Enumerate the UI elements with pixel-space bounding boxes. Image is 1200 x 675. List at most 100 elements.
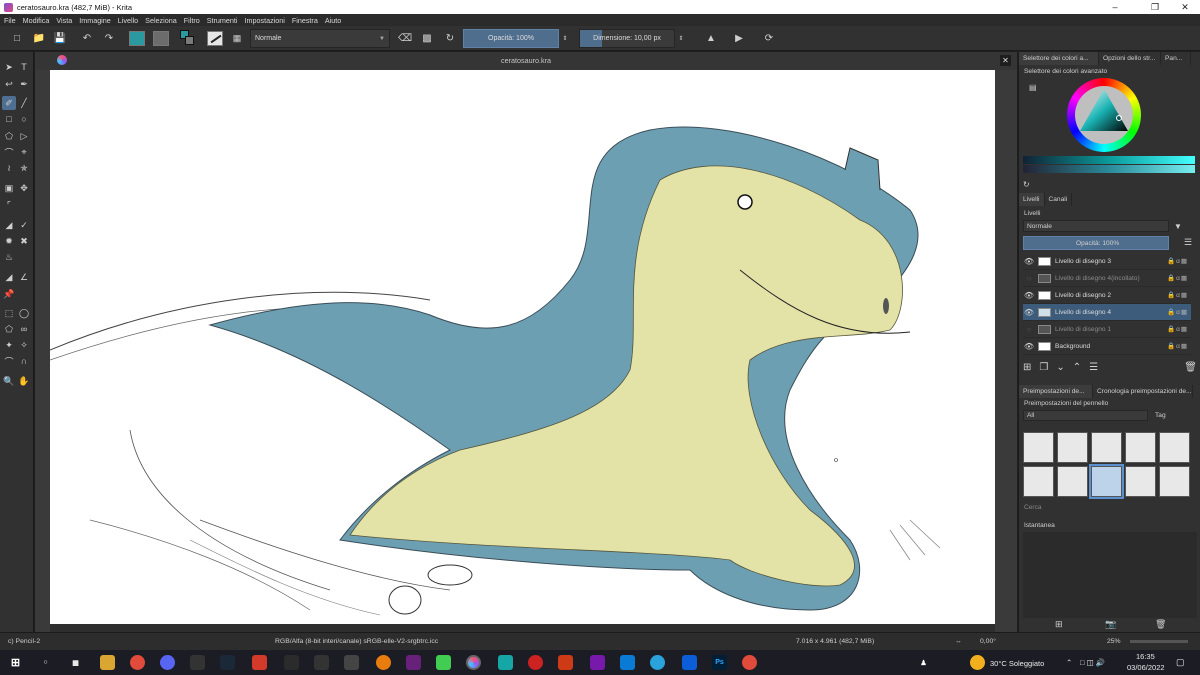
line-tool-icon[interactable]: ╱ xyxy=(17,96,31,110)
close-icon[interactable]: ✕ xyxy=(1168,0,1200,14)
brush-preset[interactable] xyxy=(1057,432,1088,463)
maximize-icon[interactable]: ❐ xyxy=(1138,0,1172,14)
magnetic-select-icon[interactable]: ∩ xyxy=(17,354,31,368)
epic-games-icon[interactable] xyxy=(190,655,205,670)
tab-brush-presets[interactable]: Preimpostazioni de... xyxy=(1019,385,1093,398)
freehand-brush-icon[interactable]: ✐ xyxy=(2,96,16,110)
snapshot-list[interactable] xyxy=(1023,532,1197,618)
opacity-slider[interactable]: Opacità: 100% xyxy=(463,29,559,48)
zoom-slider[interactable] xyxy=(1130,640,1188,643)
menu-immagine[interactable]: Immagine xyxy=(79,16,111,25)
steam-icon[interactable] xyxy=(220,655,235,670)
select-shapes-icon[interactable]: ➤ xyxy=(2,60,16,74)
delete-layer-icon[interactable]: 🗑 xyxy=(1184,362,1197,376)
chrome-icon[interactable] xyxy=(130,655,145,670)
eye-hidden-icon[interactable]: ○ xyxy=(1023,325,1035,334)
menu-finestra[interactable]: Finestra xyxy=(292,16,318,25)
brush-preset[interactable] xyxy=(1125,432,1156,463)
layer-row[interactable]: 👁 Livello di disegno 3 🔒α▩ xyxy=(1023,253,1191,270)
app-icon[interactable] xyxy=(344,655,359,670)
brush-preset[interactable] xyxy=(1023,432,1054,463)
clock-date[interactable]: 03/06/2022 xyxy=(1127,663,1165,672)
eraser-mode-icon[interactable]: ⌫ xyxy=(398,30,412,46)
reference-tool-icon[interactable]: 📌 xyxy=(2,287,16,301)
eye-icon[interactable]: 👁 xyxy=(1023,291,1035,300)
open-folder-icon[interactable]: 📁 xyxy=(32,30,46,46)
add-snapshot-icon[interactable]: ⊞ xyxy=(1055,619,1063,630)
drawing-canvas[interactable] xyxy=(50,70,995,624)
polygon-select-icon[interactable]: ⬠ xyxy=(2,322,16,336)
preset-filter-select[interactable]: All xyxy=(1023,410,1148,421)
brush-preset-button[interactable] xyxy=(206,30,224,46)
tab-tool-options[interactable]: Opzioni dello str... xyxy=(1099,52,1161,65)
hue-ring[interactable] xyxy=(1067,78,1141,152)
bezier-tool-icon[interactable]: ⌒ xyxy=(2,145,16,159)
save-icon[interactable]: 💾 xyxy=(53,30,67,46)
brush-preset[interactable] xyxy=(1125,466,1156,497)
brush-preset-selected[interactable] xyxy=(1089,464,1124,499)
value-slider[interactable] xyxy=(1023,156,1195,164)
preset-search-input[interactable]: Cerca xyxy=(1024,504,1042,511)
brush-settings-icon[interactable]: ▦ xyxy=(230,30,244,46)
app-icon[interactable] xyxy=(682,655,697,670)
app-icon[interactable] xyxy=(284,655,299,670)
filter-icon[interactable]: ▼ xyxy=(1174,222,1182,231)
background-color-swatch[interactable] xyxy=(185,36,194,45)
colorize-mask-icon[interactable]: ✖ xyxy=(17,234,31,248)
camera-icon[interactable]: 📷 xyxy=(1105,619,1116,630)
telegram-icon[interactable] xyxy=(650,655,665,670)
weather-label[interactable]: 30°C Soleggiato xyxy=(990,659,1044,668)
color-picker-icon[interactable]: ✓ xyxy=(17,218,31,232)
tab-layers[interactable]: Livelli xyxy=(1019,193,1045,206)
zoom-tool-icon[interactable]: 🔍 xyxy=(2,374,16,388)
layer-row[interactable]: ○ Livello di disegno 4(incollato) 🔒α▩ xyxy=(1023,270,1191,287)
similar-select-icon[interactable]: ✧ xyxy=(17,338,31,352)
app-icon[interactable] xyxy=(252,655,267,670)
task-view-icon[interactable]: ▦ xyxy=(68,655,83,670)
eye-hidden-icon[interactable]: ○ xyxy=(1023,274,1035,283)
new-document-icon[interactable]: □ xyxy=(10,30,24,46)
rotation-icon[interactable]: ↔ xyxy=(955,638,962,645)
ellipse-tool-icon[interactable]: ○ xyxy=(17,112,31,126)
delete-snapshot-icon[interactable]: 🗑 xyxy=(1155,619,1166,630)
layer-row-selected[interactable]: 👁 Livello di disegno 4 🔒α▩ xyxy=(1023,304,1191,321)
bezier-select-icon[interactable]: ⌒ xyxy=(2,354,16,368)
multibrush-icon[interactable]: ✯ xyxy=(17,161,31,175)
menu-strumenti[interactable]: Strumenti xyxy=(207,16,238,25)
layer-row[interactable]: 👁 Background 🔒α▩ xyxy=(1023,338,1191,355)
saturation-slider[interactable] xyxy=(1023,165,1195,173)
menu-filtro[interactable]: Filtro xyxy=(184,16,200,25)
layer-flags-icon[interactable]: 🔒α▩ xyxy=(1167,308,1188,316)
measure-tool-icon[interactable]: ∠ xyxy=(17,270,31,284)
tab-advanced-color-selector[interactable]: Selettore dei colori a... xyxy=(1019,52,1099,65)
color-settings-icon[interactable]: ▤ xyxy=(1029,83,1037,92)
move-layer-down-icon[interactable]: ⌄ xyxy=(1056,362,1064,376)
layer-flags-icon[interactable]: 🔒α▩ xyxy=(1167,257,1188,265)
layer-blend-select[interactable]: Normale xyxy=(1023,220,1169,232)
layer-row[interactable]: ○ Livello di disegno 1 🔒α▩ xyxy=(1023,321,1191,338)
calligraphy-icon[interactable]: ✒ xyxy=(17,77,31,91)
eye-icon[interactable]: 👁 xyxy=(1023,308,1035,317)
menu-file[interactable]: File xyxy=(4,16,16,25)
transform-tool-icon[interactable]: ▣ xyxy=(2,181,16,195)
close-document-icon[interactable]: ✕ xyxy=(1000,55,1011,66)
app-icon[interactable] xyxy=(314,655,329,670)
freehand-path-icon[interactable]: ⌖ xyxy=(17,145,31,159)
crop-tool-icon[interactable]: ⌜ xyxy=(2,198,16,212)
layer-properties-icon[interactable]: ☰ xyxy=(1089,362,1098,376)
saturation-triangle[interactable] xyxy=(1067,78,1141,152)
file-explorer-icon[interactable] xyxy=(100,655,115,670)
fill-tool-icon[interactable]: ♨ xyxy=(2,250,16,264)
text-tool-icon[interactable]: T xyxy=(17,60,31,74)
move-tool-icon[interactable]: ✥ xyxy=(17,181,31,195)
brush-preset[interactable] xyxy=(1057,466,1088,497)
photoshop-icon[interactable]: Ps xyxy=(712,655,727,670)
polygon-tool-icon[interactable]: ⬠ xyxy=(2,129,16,143)
menu-vista[interactable]: Vista xyxy=(56,16,72,25)
edit-shapes-icon[interactable]: ↩ xyxy=(2,77,16,91)
color-history-icon[interactable]: ↻ xyxy=(1023,180,1030,189)
menu-aiuto[interactable]: Aiuto xyxy=(325,16,341,25)
menu-livello[interactable]: Livello xyxy=(118,16,138,25)
gradient-tool-icon[interactable]: ◢ xyxy=(2,218,16,232)
onenote-icon[interactable] xyxy=(590,655,605,670)
